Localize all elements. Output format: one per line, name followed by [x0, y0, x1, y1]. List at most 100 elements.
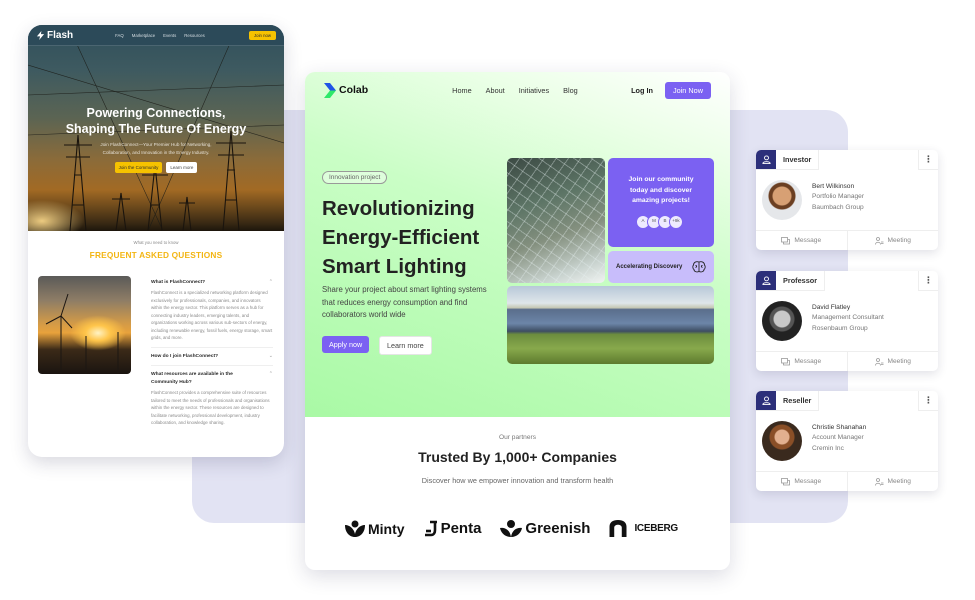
- colab-logo[interactable]: Colab: [324, 82, 368, 98]
- contact-info: David Flatley Management Consultant Rose…: [812, 304, 884, 332]
- solar-panels-underside-image: [507, 158, 605, 283]
- colab-join-now-button[interactable]: Join Now: [664, 81, 711, 99]
- message-label: Message: [794, 237, 822, 244]
- chevron-up-icon[interactable]: ⌃: [269, 279, 273, 286]
- colab-nav-links: Home About Initiatives Blog: [452, 86, 578, 95]
- flash-nav-marketplace[interactable]: Marketplace: [132, 33, 155, 38]
- member-avatars: A M B +9k: [608, 214, 714, 229]
- flash-hero-image: Flash FAQ Marketplace Events Resources J…: [28, 25, 284, 231]
- chevron-up-icon[interactable]: ⌃: [269, 371, 273, 378]
- faq-question[interactable]: What resources are available in the Comm…: [151, 371, 273, 386]
- flash-navbar: Flash FAQ Marketplace Events Resources J…: [28, 25, 284, 46]
- iceberg-arch-icon: [609, 520, 627, 537]
- user-icon: [756, 150, 776, 169]
- join-community-button[interactable]: Join the Community: [114, 162, 163, 173]
- colab-hero-title-line: Smart Lighting: [322, 255, 467, 278]
- faq-question-text: What is FlashConnect?: [151, 280, 206, 285]
- faq-list: What is FlashConnect? ⌃ FlashConnect is …: [151, 279, 273, 437]
- message-button[interactable]: Message: [756, 472, 847, 491]
- colab-hero-title-line: Energy-Efficient: [322, 226, 480, 249]
- chevron-down-icon[interactable]: ⌄: [269, 353, 273, 360]
- meeting-button[interactable]: Meeting: [846, 352, 939, 371]
- more-options-icon[interactable]: ⋮: [918, 150, 938, 170]
- flash-join-now-button[interactable]: Join now: [249, 30, 276, 40]
- meeting-button[interactable]: Meeting: [846, 472, 939, 491]
- brain-icon: [692, 261, 706, 273]
- role-tag: Investor: [756, 150, 820, 170]
- faq-answer: FlashConnect provides a comprehensive su…: [151, 390, 270, 426]
- colab-nav-initiatives[interactable]: Initiatives: [519, 86, 549, 95]
- contact-card: Investor ⋮ Bert Wilkinson Portfolio Mana…: [756, 150, 938, 250]
- colab-nav-about[interactable]: About: [486, 86, 505, 95]
- message-icon: [781, 357, 791, 365]
- faq-question[interactable]: How do I join FlashConnect? ⌄: [151, 353, 273, 360]
- contact-card: Professor ⋮ David Flatley Management Con…: [756, 271, 938, 371]
- partner-name: Minty: [368, 520, 405, 537]
- accelerating-discovery-label: Accelerating Discovery: [616, 264, 683, 270]
- meeting-label: Meeting: [887, 478, 911, 485]
- contact-card: Reseller ⋮ Christie Shanahan Account Man…: [756, 391, 938, 491]
- meeting-button[interactable]: Meeting: [846, 231, 939, 250]
- colab-landing-preview: Colab Home About Initiatives Blog Log In…: [305, 72, 730, 570]
- community-tile-text: Join our community today and discover am…: [628, 176, 694, 204]
- join-community-tile[interactable]: Join our community today and discover am…: [608, 158, 714, 247]
- colab-navbar: Colab Home About Initiatives Blog Log In…: [305, 72, 730, 108]
- contact-role: Portfolio Manager: [812, 193, 865, 200]
- sprout-icon: [500, 520, 523, 537]
- role-tag: Professor: [756, 271, 826, 291]
- more-options-icon[interactable]: ⋮: [918, 271, 938, 291]
- accelerating-discovery-tile[interactable]: Accelerating Discovery: [608, 251, 714, 283]
- partner-name: Penta: [440, 520, 482, 537]
- partner-logo-iceberg[interactable]: ICEBERG: [609, 520, 678, 537]
- penta-mark-icon: [424, 520, 437, 537]
- user-icon: [756, 271, 776, 290]
- partner-logo-penta[interactable]: Penta: [424, 520, 482, 537]
- flash-hero-subtitle-line: Collaboration, and Innovation in the Ene…: [102, 149, 210, 155]
- faq-question-text: How do I join FlashConnect?: [151, 353, 219, 359]
- flash-hero-actions: Join the Community Learn more: [28, 162, 284, 173]
- partners-subtitle: Discover how we empower innovation and t…: [421, 476, 614, 485]
- message-button[interactable]: Message: [756, 231, 847, 250]
- login-button[interactable]: Log In: [631, 86, 653, 95]
- meeting-label: Meeting: [887, 237, 911, 244]
- colab-learn-more-button[interactable]: Learn more: [379, 336, 432, 355]
- contact-organization: Baumbach Group: [812, 204, 864, 211]
- flash-hero-subtitle-line: Join FlashConnect—Your Premier Hub for N…: [100, 142, 212, 147]
- colab-nav-home[interactable]: Home: [452, 86, 471, 95]
- message-icon: [781, 236, 791, 244]
- contact-info: Bert Wilkinson Portfolio Manager Baumbac…: [812, 183, 864, 211]
- partner-logo-greenish[interactable]: Greenish: [500, 520, 590, 537]
- faq-item: What is FlashConnect? ⌃ FlashConnect is …: [151, 279, 273, 348]
- flash-brand-name: Flash: [47, 29, 74, 41]
- message-button[interactable]: Message: [756, 352, 847, 371]
- flash-learn-more-button[interactable]: Learn more: [166, 162, 198, 173]
- faq-title: FREQUENT ASKED QUESTIONS: [89, 250, 223, 260]
- partners-kicker: Our partners: [498, 434, 536, 441]
- faq-kicker: What you need to know: [133, 240, 179, 245]
- flash-logo[interactable]: Flash: [36, 30, 73, 41]
- flash-hero-title: Powering Connections, Shaping The Future…: [28, 105, 284, 137]
- partner-name: ICEBERG: [634, 523, 678, 534]
- apply-now-button[interactable]: Apply now: [322, 336, 370, 353]
- flash-hero-title-line: Shaping The Future Of Energy: [65, 122, 247, 136]
- meeting-icon: [874, 357, 884, 366]
- faq-question[interactable]: What is FlashConnect? ⌃: [151, 279, 273, 286]
- flash-nav-events[interactable]: Events: [163, 33, 176, 38]
- contact-info: Christie Shanahan Account Manager Cremin…: [812, 424, 866, 452]
- user-icon: [756, 391, 776, 410]
- meeting-icon: [874, 477, 884, 486]
- meeting-icon: [874, 236, 884, 245]
- meeting-label: Meeting: [887, 358, 911, 365]
- flash-nav-resources[interactable]: Resources: [184, 33, 205, 38]
- faq-question-text: What resources are available in the Comm…: [151, 372, 233, 385]
- more-options-icon[interactable]: ⋮: [918, 391, 938, 411]
- role-tag: Reseller: [756, 391, 820, 411]
- role-tag-label: Professor: [776, 271, 825, 290]
- contact-actions: Message Meeting: [756, 351, 938, 371]
- partner-logo-minty[interactable]: Minty: [345, 520, 405, 537]
- solar-field-image: [507, 286, 714, 364]
- flash-landing-preview: Flash FAQ Marketplace Events Resources J…: [28, 25, 284, 457]
- flash-nav-faq[interactable]: FAQ: [115, 33, 124, 38]
- role-tag-label: Reseller: [776, 391, 819, 410]
- colab-nav-blog[interactable]: Blog: [563, 86, 578, 95]
